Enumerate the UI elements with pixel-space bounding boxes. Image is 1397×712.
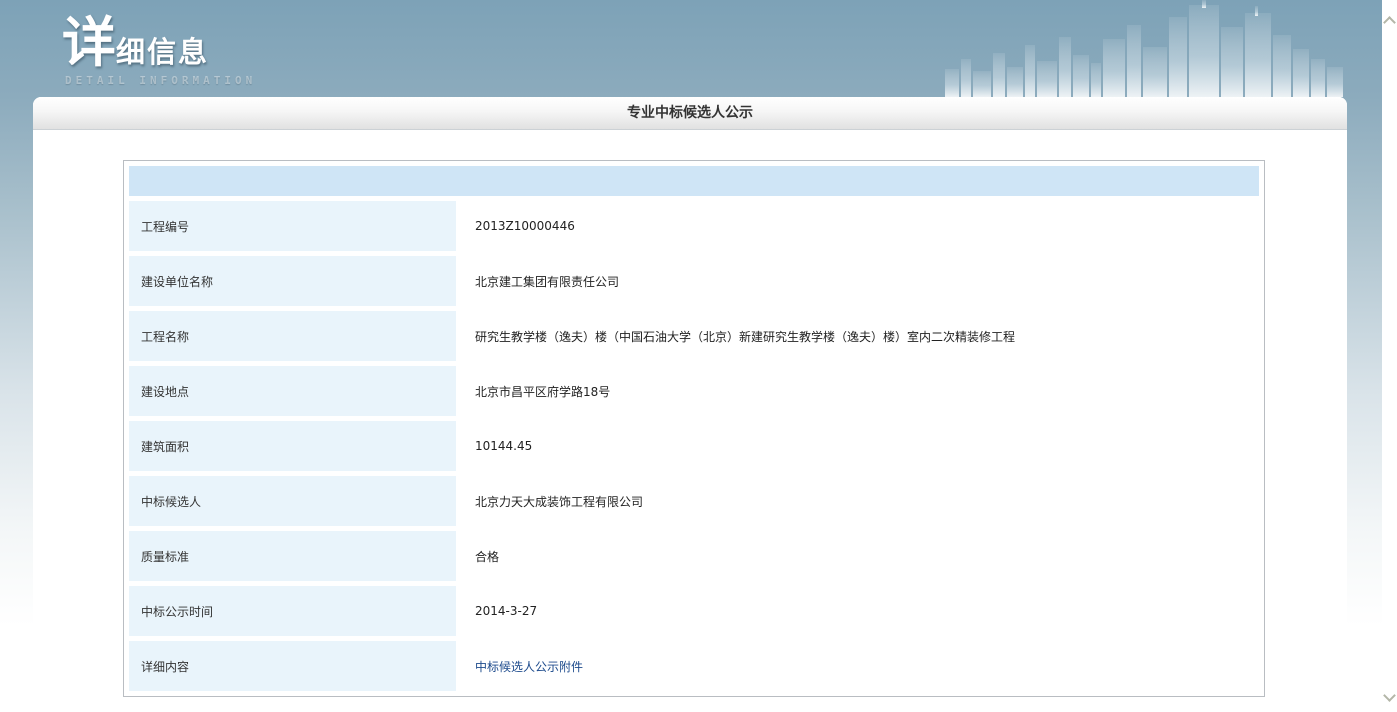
field-value-cell: 北京市昌平区府学路18号: [461, 366, 1259, 416]
field-label: 建筑面积: [129, 421, 456, 471]
table-row: 建筑面积 10144.45: [129, 421, 1259, 471]
detail-information-page: 详 细信息 DETAIL INFORMATION 专业中标候选人公示 工程编号 2…: [0, 0, 1397, 712]
detail-table-container: 工程编号 2013Z10000446 建设单位名称 北京建工集团有限责任公司工程名称 研…: [123, 160, 1265, 697]
detail-table: 工程编号 2013Z10000446 建设单位名称 北京建工集团有限责任公司工程名称 研…: [123, 160, 1265, 697]
field-value: 10144.45: [475, 439, 532, 453]
logo-chinese-text: 详 细信息: [62, 16, 256, 70]
field-label: 详细内容: [129, 641, 456, 691]
field-value-cell: 2013Z10000446: [461, 201, 1259, 251]
field-value: 合格: [475, 550, 499, 564]
table-header-row: [129, 166, 1259, 196]
table-row: 中标候选人 北京力天大成装饰工程有限公司: [129, 476, 1259, 526]
table-row: 工程编号 2013Z10000446: [129, 201, 1259, 251]
attachment-link[interactable]: 中标候选人公示附件: [475, 660, 583, 674]
field-value: 研究生教学楼（逸夫）楼（中国石油大学（北京）新建研究生教学楼（逸夫）楼）室内二次…: [475, 330, 1015, 344]
field-label: 建设单位名称: [129, 256, 456, 306]
city-skyline-graphic: [945, 0, 1345, 97]
field-value: 2013Z10000446: [475, 219, 575, 233]
table-row: 工程名称 研究生教学楼（逸夫）楼（中国石油大学（北京）新建研究生教学楼（逸夫）楼）…: [129, 311, 1259, 361]
field-value-cell: 2014-3-27: [461, 586, 1259, 636]
field-label: 建设地点: [129, 366, 456, 416]
logo-rest-chars: 细信息: [116, 38, 209, 70]
site-logo: 详 细信息 DETAIL INFORMATION: [62, 16, 256, 87]
table-row: 中标公示时间 2014-3-27: [129, 586, 1259, 636]
table-row: 质量标准 合格: [129, 531, 1259, 581]
field-value-cell: 合格: [461, 531, 1259, 581]
logo-english-subtitle: DETAIL INFORMATION: [62, 74, 256, 87]
page-title-bar: 专业中标候选人公示: [33, 97, 1347, 130]
field-value-cell: 10144.45: [461, 421, 1259, 471]
field-label: 工程名称: [129, 311, 456, 361]
field-value: 北京建工集团有限责任公司: [475, 275, 619, 289]
field-label: 中标候选人: [129, 476, 456, 526]
field-value: 2014-3-27: [475, 604, 537, 618]
field-value-cell: 北京力天大成装饰工程有限公司: [461, 476, 1259, 526]
table-row: 详细内容 中标候选人公示附件: [129, 641, 1259, 691]
field-label: 质量标准: [129, 531, 456, 581]
field-label: 中标公示时间: [129, 586, 456, 636]
field-value-cell: 北京建工集团有限责任公司: [461, 256, 1259, 306]
field-value: 北京力天大成装饰工程有限公司: [475, 495, 643, 509]
page-scrollbar[interactable]: [1382, 0, 1397, 712]
table-header-cell: [129, 166, 1259, 196]
table-row: 建设地点 北京市昌平区府学路18号: [129, 366, 1259, 416]
field-value: 北京市昌平区府学路18号: [475, 385, 610, 399]
field-value-cell: 中标候选人公示附件: [461, 641, 1259, 691]
chevron-up-icon[interactable]: [1383, 16, 1396, 29]
logo-big-char: 详: [62, 16, 116, 70]
detail-table-body: 工程编号 2013Z10000446 建设单位名称 北京建工集团有限责任公司工程名称 研…: [129, 166, 1259, 691]
field-value-cell: 研究生教学楼（逸夫）楼（中国石油大学（北京）新建研究生教学楼（逸夫）楼）室内二次…: [461, 311, 1259, 361]
page-title: 专业中标候选人公示: [627, 105, 753, 121]
chevron-down-icon[interactable]: [1383, 689, 1396, 702]
content-panel: 专业中标候选人公示 工程编号 2013Z10000446 建设单位名称 北京建工集团有…: [33, 97, 1347, 712]
field-label: 工程编号: [129, 201, 456, 251]
table-row: 建设单位名称 北京建工集团有限责任公司: [129, 256, 1259, 306]
